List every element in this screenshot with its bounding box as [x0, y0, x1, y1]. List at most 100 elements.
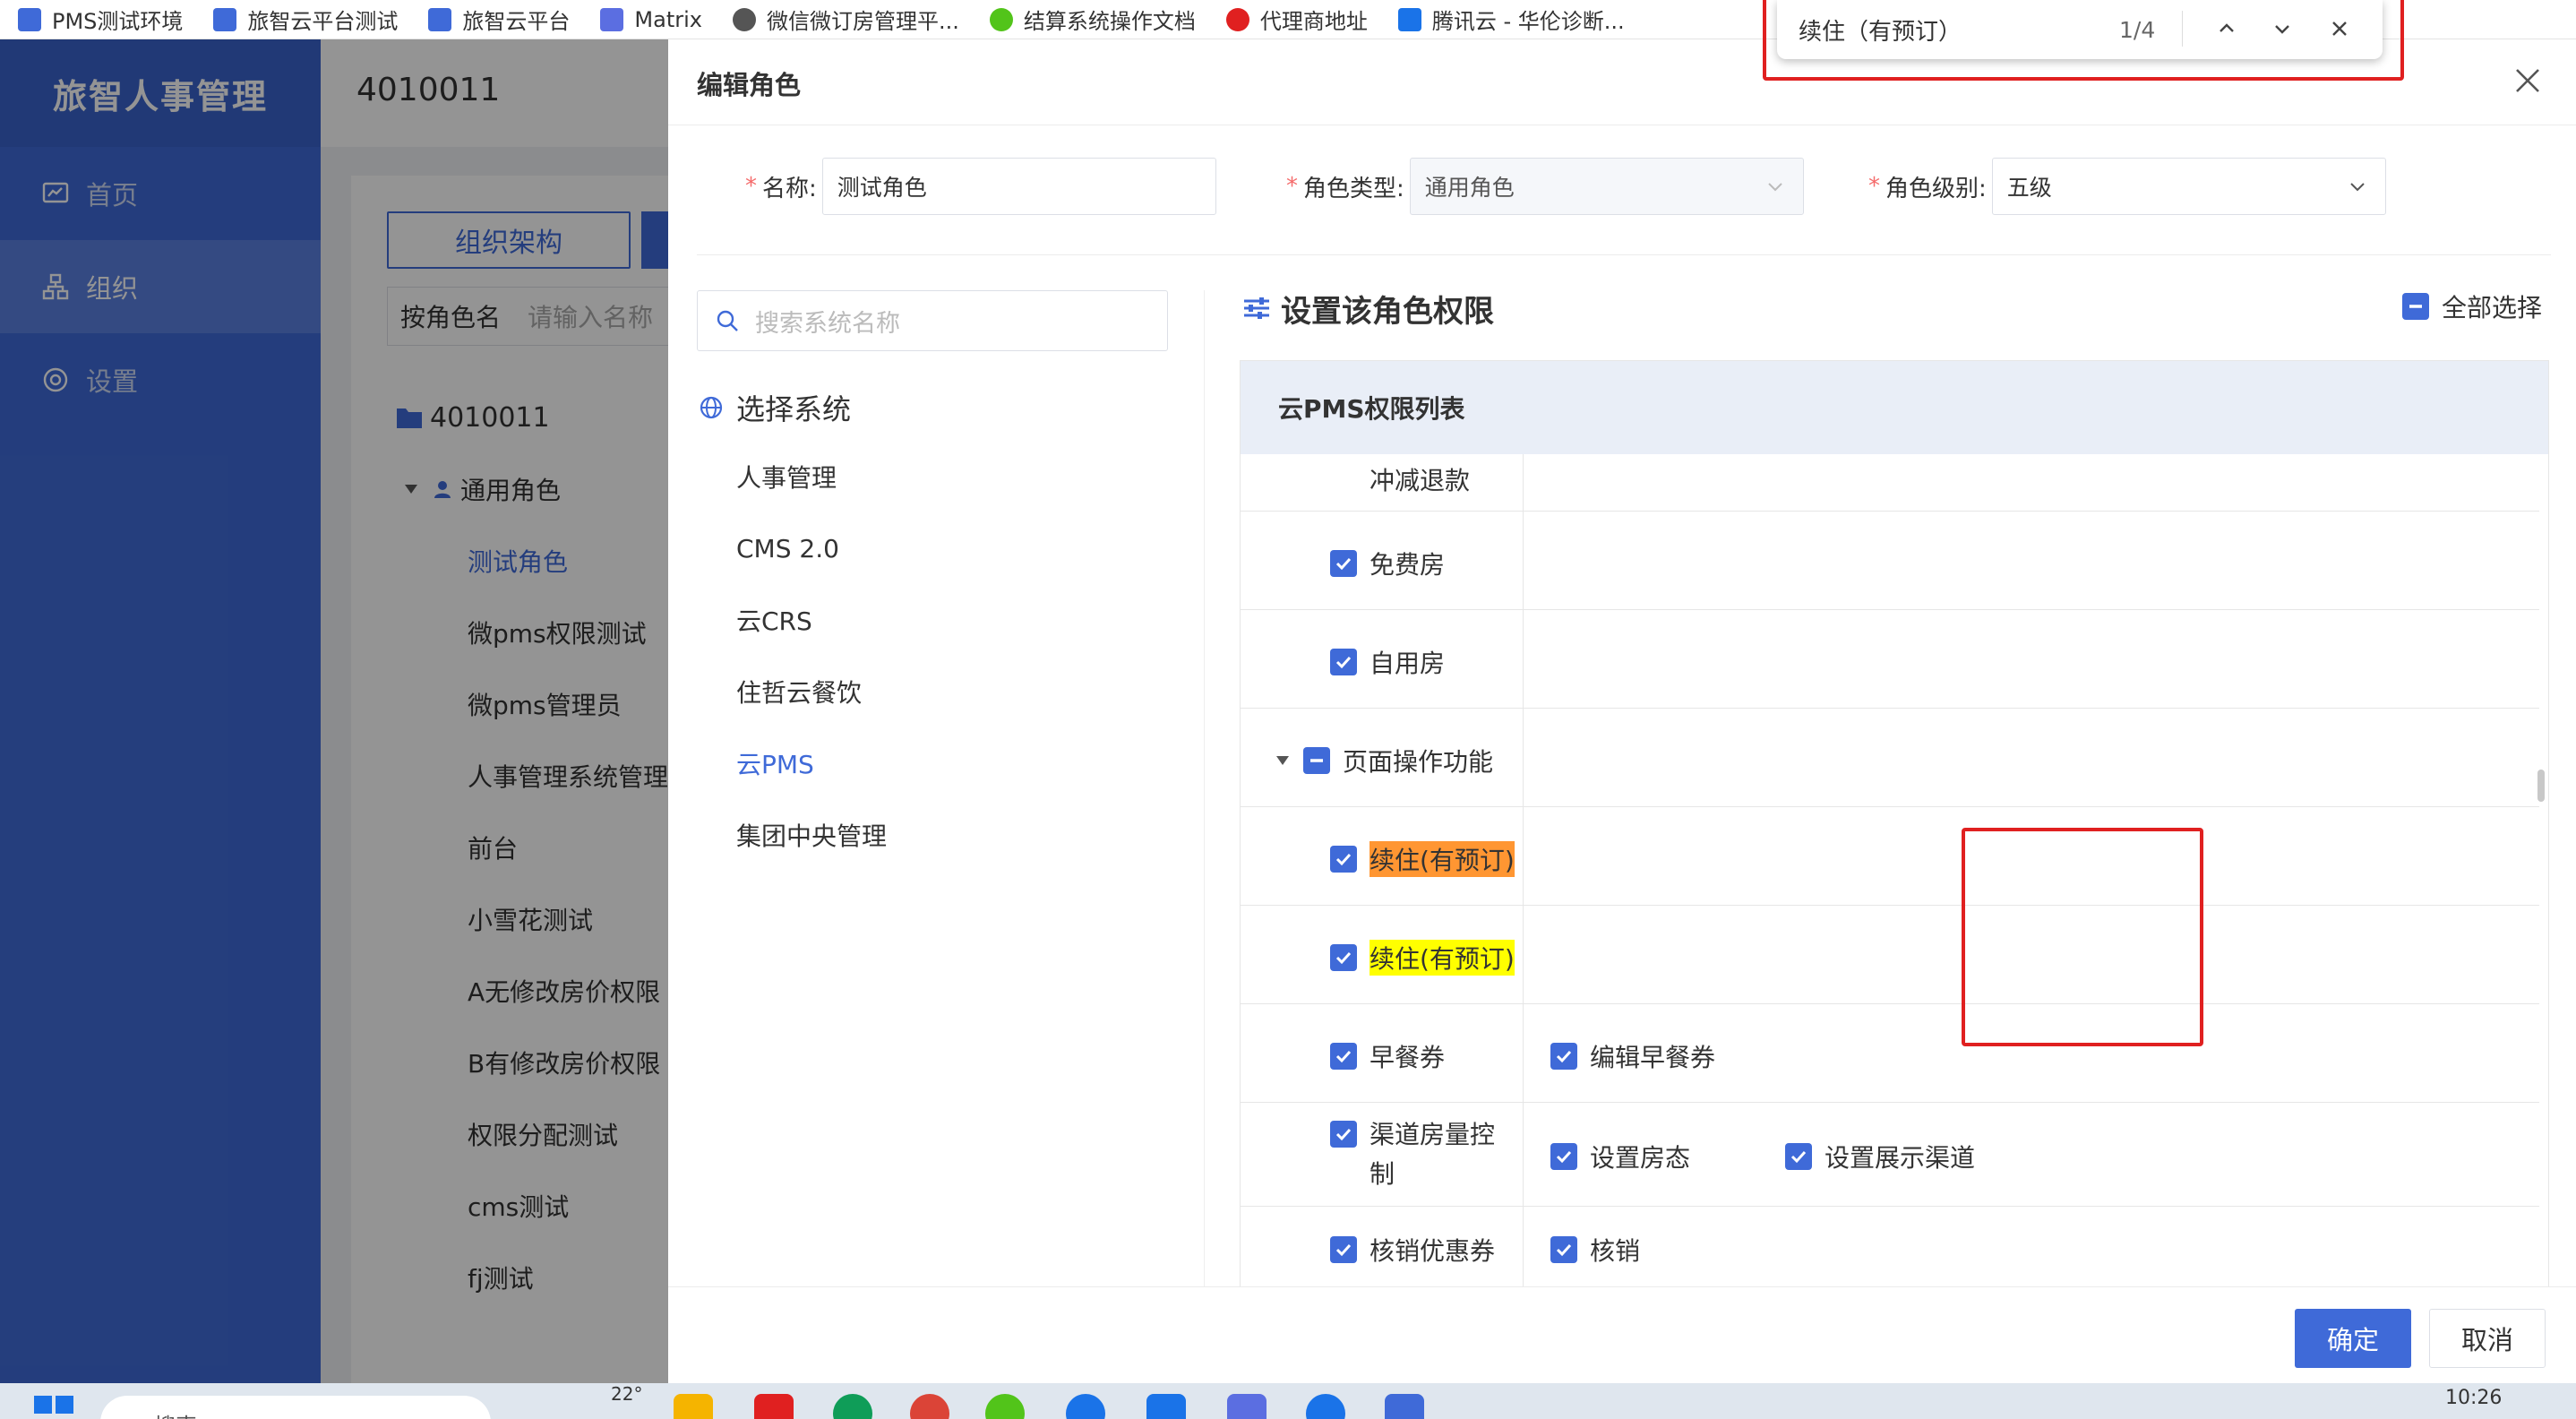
perm-checkbox[interactable]: 早餐券	[1330, 1038, 1445, 1074]
type-label: 角色类型:	[1303, 175, 1404, 202]
scrollbar-thumb[interactable]	[2537, 770, 2545, 802]
drawer-footer: 确定 取消	[668, 1286, 2576, 1383]
folder-icon[interactable]	[674, 1394, 713, 1419]
perm-checkbox[interactable]: 续住(有预订)	[1330, 841, 1515, 877]
app-icon[interactable]	[1066, 1394, 1105, 1419]
permission-table-body[interactable]: 冲减退款 免费房 自用房 页面操作功能 续住(有预订) 续住(有预订) 早餐券 …	[1241, 454, 2548, 1294]
caret-down-icon[interactable]	[1276, 756, 1289, 765]
bookmark-lvzhi[interactable]: 旅智云平台	[428, 0, 570, 39]
level-label: 角色级别:	[1885, 175, 1987, 202]
checkbox-checked-icon	[1330, 1121, 1357, 1148]
system-search-input[interactable]: 搜索系统名称	[697, 290, 1168, 351]
indeterminate-checkbox-icon	[2402, 293, 2429, 320]
search-icon	[717, 310, 738, 331]
system-item[interactable]: 人事管理	[736, 441, 887, 512]
name-field-row: * 名称: 测试角色	[745, 158, 1216, 215]
checkbox-checked-icon	[1330, 1236, 1357, 1263]
chrome-icon[interactable]	[910, 1394, 949, 1419]
system-item[interactable]: 云CRS	[736, 584, 887, 656]
role-level-select[interactable]: 五级	[1991, 158, 2386, 215]
confirm-button[interactable]: 确定	[2295, 1309, 2411, 1368]
bookmark-wechat-booking[interactable]: 微信微订房管理平...	[732, 0, 959, 39]
clock[interactable]: 10:26	[2445, 1387, 2502, 1409]
app-icon[interactable]	[1306, 1394, 1345, 1419]
required-mark: *	[1286, 173, 1298, 200]
bookmark-settlement-docs[interactable]: 结算系统操作文档	[989, 0, 1196, 39]
indeterminate-checkbox-icon	[1303, 747, 1330, 774]
taskbar: 搜索 22° 10:26	[0, 1383, 2576, 1419]
level-field-row: * 角色级别: 五级	[1868, 158, 2386, 215]
table-row: 冲减退款	[1241, 454, 2539, 512]
app-icon[interactable]	[1227, 1394, 1267, 1419]
chevron-down-icon	[2350, 183, 2365, 192]
app-icon[interactable]	[754, 1394, 794, 1419]
table-row: 续住(有预订)	[1241, 906, 2539, 1004]
perm-checkbox[interactable]: 设置房态	[1550, 1139, 1690, 1174]
bookmark-icon	[989, 7, 1013, 31]
form-divider	[697, 254, 2551, 255]
annotation-box	[1962, 828, 2203, 1046]
type-field-row: * 角色类型: 通用角色	[1286, 158, 1804, 215]
bookmark-icon	[600, 7, 624, 31]
bookmark-icon	[1225, 7, 1249, 31]
perm-group-checkbox[interactable]: 页面操作功能	[1276, 743, 1493, 778]
perm-checkbox[interactable]: 核销优惠券	[1330, 1232, 1495, 1268]
perm-checkbox[interactable]: 设置展示渠道	[1785, 1139, 1975, 1174]
name-label: 名称:	[762, 175, 817, 202]
checkbox-checked-icon	[1550, 1043, 1577, 1070]
checkbox-checked-icon	[1330, 944, 1357, 971]
close-icon[interactable]	[2512, 64, 2544, 97]
bookmark-matrix[interactable]: Matrix	[600, 0, 702, 39]
sliders-icon	[1244, 297, 1269, 319]
search-highlight-match: 续住(有预订)	[1370, 940, 1515, 976]
checkbox-checked-icon	[1330, 649, 1357, 675]
perm-checkbox[interactable]: 渠道房量控制	[1330, 1115, 1504, 1194]
weather-temperature[interactable]: 22°	[611, 1383, 642, 1405]
system-item[interactable]: 住哲云餐饮	[736, 656, 887, 727]
perm-label: 冲减退款	[1370, 466, 1471, 495]
edge-icon[interactable]	[833, 1394, 872, 1419]
checkbox-checked-icon	[1550, 1236, 1577, 1263]
perm-checkbox[interactable]: 核销	[1550, 1232, 1640, 1268]
table-row: 续住(有预订)	[1241, 807, 2539, 906]
perm-checkbox[interactable]: 免费房	[1330, 546, 1445, 581]
bookmark-pms-test[interactable]: PMS测试环境	[18, 0, 183, 39]
checkbox-checked-icon	[1550, 1143, 1577, 1170]
permission-table-header: 云PMS权限列表	[1241, 361, 2548, 454]
system-item-selected[interactable]: 云PMS	[736, 727, 887, 799]
table-row: 自用房	[1241, 610, 2539, 709]
system-title: 选择系统	[699, 387, 851, 428]
bookmark-agent-address[interactable]: 代理商地址	[1225, 0, 1368, 39]
perm-checkbox[interactable]: 续住(有预订)	[1330, 940, 1515, 976]
bookmark-lvzhi-test[interactable]: 旅智云平台测试	[213, 0, 398, 39]
checkbox-checked-icon	[1330, 1043, 1357, 1070]
bookmark-tencent-cloud[interactable]: 腾讯云 - 华伦诊断...	[1397, 0, 1625, 39]
app-icon[interactable]	[1385, 1394, 1424, 1419]
perm-checkbox[interactable]: 自用房	[1330, 644, 1445, 680]
checkbox-checked-icon	[1330, 550, 1357, 577]
drawer-title: 编辑角色	[697, 70, 802, 100]
table-row: 免费房	[1241, 512, 2539, 610]
chevron-down-icon	[1768, 183, 1782, 192]
select-all-checkbox[interactable]: 全部选择	[2402, 288, 2542, 324]
table-row: 页面操作功能	[1241, 709, 2539, 807]
app-icon[interactable]	[1146, 1394, 1186, 1419]
system-item[interactable]: 集团中央管理	[736, 799, 887, 871]
taskbar-search[interactable]: 搜索	[100, 1396, 491, 1419]
permission-table: 云PMS权限列表 冲减退款 免费房 自用房 页面操作功能 续住(有预订) 续住(…	[1240, 360, 2549, 1295]
name-input[interactable]: 测试角色	[821, 158, 1216, 215]
cancel-button[interactable]: 取消	[2429, 1309, 2546, 1368]
required-mark: *	[745, 173, 757, 200]
table-row: 早餐券 编辑早餐券	[1241, 1004, 2539, 1103]
windows-start-icon[interactable]	[32, 1394, 75, 1419]
system-item[interactable]: CMS 2.0	[736, 512, 887, 584]
table-row: 渠道房量控制 设置房态 设置展示渠道	[1241, 1103, 2539, 1207]
search-highlight-current: 续住(有预订)	[1370, 841, 1515, 877]
annotation-box	[1763, 0, 2404, 81]
bookmark-icon	[1397, 7, 1421, 31]
perm-checkbox[interactable]: 编辑早餐券	[1550, 1038, 1715, 1074]
modal-overlay[interactable]	[0, 39, 668, 1383]
wechat-icon[interactable]	[985, 1394, 1025, 1419]
role-type-select[interactable]: 通用角色	[1409, 158, 1804, 215]
checkbox-checked-icon	[1330, 846, 1357, 873]
